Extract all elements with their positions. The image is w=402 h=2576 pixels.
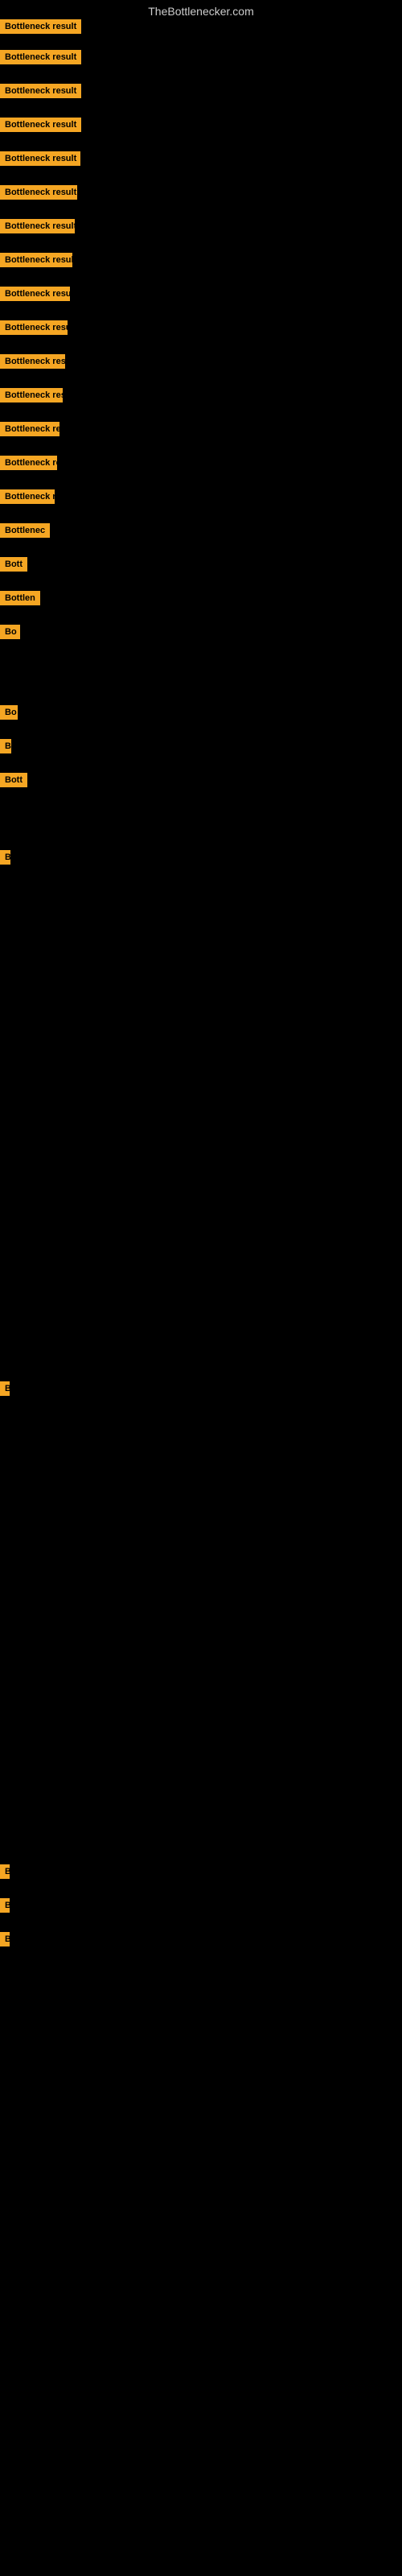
- bottleneck-badge[interactable]: B: [0, 1381, 10, 1396]
- bottleneck-row: B: [0, 845, 402, 869]
- bottleneck-row: Bottleneck resu: [0, 316, 402, 340]
- bottleneck-badge[interactable]: Bottlen: [0, 591, 40, 605]
- bottleneck-badge[interactable]: Bottleneck result: [0, 151, 80, 166]
- bottleneck-badge[interactable]: Bottleneck result: [0, 253, 72, 267]
- bottleneck-row: B: [0, 1377, 402, 1401]
- bottleneck-row: Bott: [0, 768, 402, 792]
- bottleneck-row: Bottlen: [0, 586, 402, 610]
- bottleneck-row: B: [0, 1860, 402, 1884]
- bottleneck-row: Bottleneck result: [0, 113, 402, 137]
- bottleneck-row: Bottleneck result: [0, 79, 402, 103]
- bottleneck-row: B: [0, 734, 402, 758]
- bottleneck-badge[interactable]: Bottleneck resu: [0, 320, 68, 335]
- bottleneck-badge[interactable]: Bo: [0, 625, 20, 639]
- bottleneck-row: Bottleneck result: [0, 147, 402, 171]
- bottleneck-badge[interactable]: Bottleneck re: [0, 456, 57, 470]
- bottleneck-row: Bottleneck resu: [0, 349, 402, 374]
- bottleneck-badge[interactable]: B: [0, 1864, 10, 1879]
- bottleneck-badge[interactable]: B: [0, 850, 10, 865]
- bottleneck-badge[interactable]: Bottleneck res: [0, 388, 63, 402]
- bottleneck-badge[interactable]: Bott: [0, 557, 27, 572]
- bottleneck-badge[interactable]: Bottleneck result: [0, 287, 70, 301]
- bottleneck-row: Bottleneck result: [0, 282, 402, 306]
- bottleneck-row: Bott: [0, 552, 402, 576]
- bottleneck-row: Bottlenec: [0, 518, 402, 543]
- bottleneck-badge[interactable]: Bott: [0, 773, 27, 787]
- bottleneck-row: B: [0, 1893, 402, 1918]
- bottleneck-badge[interactable]: Bottleneck result: [0, 50, 81, 64]
- bottleneck-badge[interactable]: Bottleneck result: [0, 84, 81, 98]
- bottleneck-row: Bottleneck re: [0, 417, 402, 441]
- bottleneck-row: Bottleneck result: [0, 248, 402, 272]
- bottleneck-row: Bottleneck result: [0, 14, 402, 39]
- bottleneck-row: Bottleneck re: [0, 451, 402, 475]
- bottleneck-row: Bottleneck result: [0, 45, 402, 69]
- bottleneck-row: Bo: [0, 700, 402, 724]
- bottleneck-badge[interactable]: Bo: [0, 705, 18, 720]
- bottleneck-badge[interactable]: B: [0, 1932, 10, 1946]
- bottleneck-badge[interactable]: Bottleneck result: [0, 118, 81, 132]
- bottleneck-badge[interactable]: Bottlenec: [0, 523, 50, 538]
- bottleneck-row: B: [0, 1927, 402, 1951]
- bottleneck-badge[interactable]: Bottleneck result: [0, 185, 77, 200]
- bottleneck-badge[interactable]: B: [0, 1898, 10, 1913]
- bottleneck-badge[interactable]: Bottleneck result: [0, 19, 81, 34]
- bottleneck-badge[interactable]: Bottleneck result: [0, 219, 75, 233]
- bottleneck-badge[interactable]: B: [0, 739, 11, 753]
- bottleneck-row: Bottleneck re: [0, 485, 402, 509]
- bottleneck-row: Bottleneck res: [0, 383, 402, 407]
- bottleneck-row: Bo: [0, 620, 402, 644]
- bottleneck-badge[interactable]: Bottleneck re: [0, 422, 59, 436]
- bottleneck-row: Bottleneck result: [0, 180, 402, 204]
- bottleneck-badge[interactable]: Bottleneck re: [0, 489, 55, 504]
- bottleneck-badge[interactable]: Bottleneck resu: [0, 354, 65, 369]
- bottleneck-row: Bottleneck result: [0, 214, 402, 238]
